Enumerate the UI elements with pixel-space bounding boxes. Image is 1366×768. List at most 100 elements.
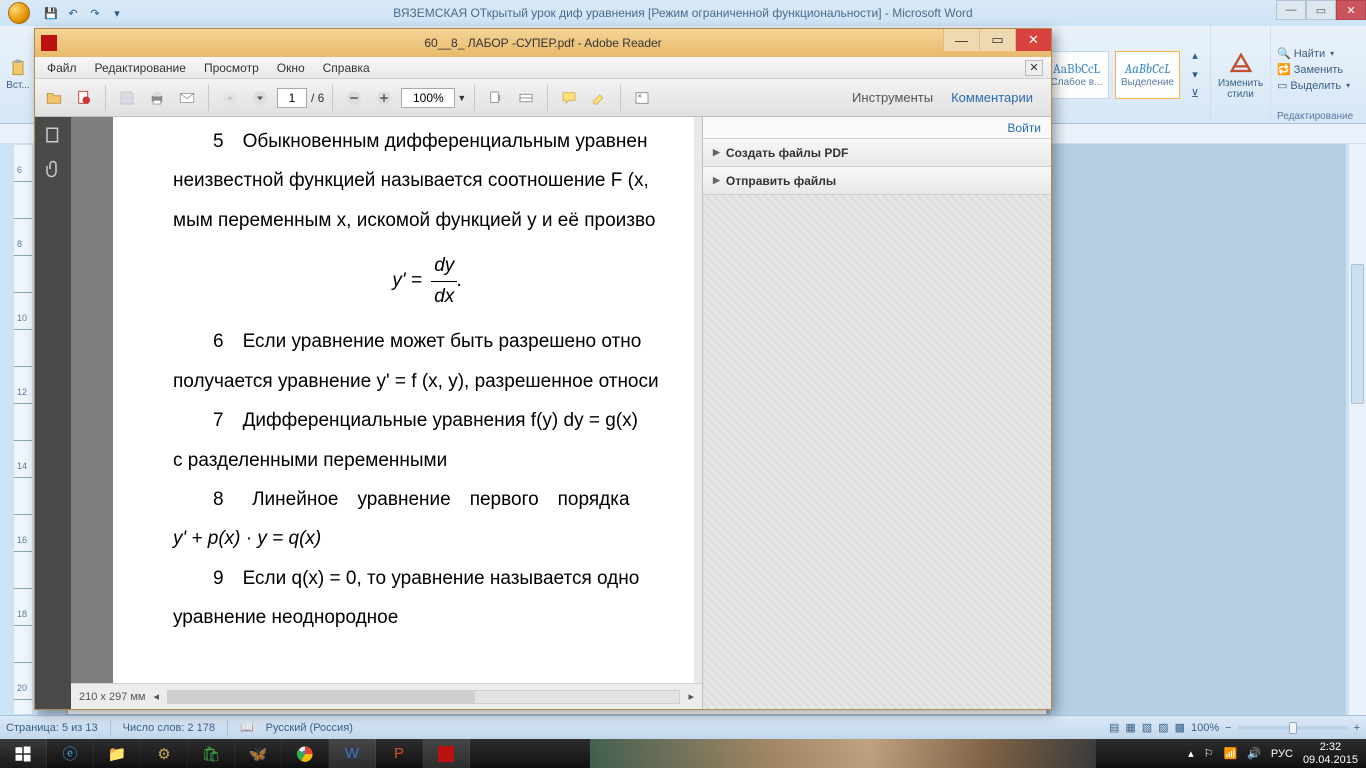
attachments-icon[interactable] [41, 157, 65, 181]
start-button[interactable] [0, 739, 47, 768]
paste-button[interactable]: Вст... [0, 26, 37, 123]
menu-window[interactable]: Окно [269, 59, 313, 77]
highlight-icon[interactable] [586, 85, 612, 111]
change-styles-icon [1227, 50, 1255, 78]
taskpane-create-pdf[interactable]: ▶Создать файлы PDF [703, 139, 1051, 167]
taskbar-chrome-icon[interactable] [282, 739, 329, 768]
zoom-input[interactable] [401, 88, 455, 108]
reader-task-pane: Войти ▶Создать файлы PDF ▶Отправить файл… [702, 117, 1051, 709]
menu-view[interactable]: Просмотр [196, 59, 267, 77]
hscroll-right-icon[interactable]: ▸ [688, 690, 694, 703]
comments-panel-button[interactable]: Комментарии [951, 90, 1033, 105]
reader-maximize-button[interactable]: ▭ [979, 29, 1015, 51]
zoom-out-icon[interactable] [341, 85, 367, 111]
zoom-in-button[interactable]: + [1354, 722, 1360, 734]
zoom-out-button[interactable]: − [1225, 722, 1231, 734]
ruler-mark: 20 [17, 683, 27, 693]
status-language[interactable]: Русский (Россия) [266, 722, 353, 734]
status-word-count[interactable]: Число слов: 2 178 [123, 722, 215, 734]
comment-icon[interactable] [556, 85, 582, 111]
zoom-in-icon[interactable] [371, 85, 397, 111]
print-icon[interactable] [144, 85, 170, 111]
word-maximize-button[interactable]: ▭ [1306, 0, 1336, 20]
thumbnails-icon[interactable] [41, 123, 65, 147]
tray-clock[interactable]: 2:32 09.04.2015 [1303, 741, 1358, 765]
view-print-layout-icon[interactable]: ▤ [1109, 721, 1119, 734]
word-window-title: ВЯЗЕМСКАЯ ОТкрытый урок диф уравнения [Р… [393, 6, 972, 20]
styles-more-icon[interactable]: ⊻ [1186, 85, 1204, 103]
reader-close-button[interactable]: ✕ [1015, 29, 1051, 51]
sign-in-link[interactable]: Войти [703, 117, 1051, 139]
tray-language[interactable]: РУС [1271, 748, 1293, 760]
zoom-level[interactable]: 100% [1191, 722, 1219, 734]
open-icon[interactable] [41, 85, 67, 111]
fit-width-icon[interactable] [513, 85, 539, 111]
windows-taskbar: ⓔ 📁 ⚙ 🛍 🦋 W P ▴ ⚐ 📶 🔊 РУС 2:32 09.04.201… [0, 739, 1366, 768]
ruler-mark: 14 [17, 461, 27, 471]
tray-up-icon[interactable]: ▴ [1188, 747, 1194, 760]
proofing-icon[interactable]: 📖 [240, 721, 254, 734]
undo-icon[interactable]: ↶ [64, 4, 82, 22]
tray-flag-icon[interactable]: ⚐ [1204, 747, 1214, 760]
word-vertical-ruler[interactable]: 6810121416182022 [13, 144, 33, 715]
reader-titlebar[interactable]: 60__8_ ЛАБОР -СУПЕР.pdf - Adobe Reader —… [35, 29, 1051, 57]
taskbar-explorer-icon[interactable]: 📁 [94, 739, 141, 768]
taskbar-store-icon[interactable]: 🛍 [188, 739, 235, 768]
select-button[interactable]: ▭Выделить▾ [1277, 79, 1360, 92]
menu-help[interactable]: Справка [315, 59, 378, 77]
reader-horizontal-scrollbar[interactable] [167, 690, 680, 704]
hscroll-left-icon[interactable]: ◂ [154, 690, 160, 703]
tray-network-icon[interactable]: 📶 [1224, 747, 1238, 760]
reader-vertical-scrollbar[interactable] [694, 117, 702, 683]
qat-more-icon[interactable]: ▾ [108, 4, 126, 22]
page-up-icon[interactable] [217, 85, 243, 111]
replace-button[interactable]: 🔁Заменить [1277, 63, 1360, 76]
view-fullscreen-icon[interactable]: ▦ [1125, 721, 1135, 734]
style-box-weak[interactable]: AaBbCcL Слабое в... [1044, 51, 1109, 99]
reader-doc-close-button[interactable]: ✕ [1025, 60, 1043, 76]
view-outline-icon[interactable]: ▨ [1158, 721, 1168, 734]
style-box-emphasis[interactable]: AaBbCcL Выделение [1115, 51, 1180, 99]
view-web-icon[interactable]: ▧ [1142, 721, 1152, 734]
status-page[interactable]: Страница: 5 из 13 [6, 722, 98, 734]
reader-document-viewport[interactable]: 5 Обыкновенным дифференциальным уравнен … [71, 117, 702, 709]
create-pdf-icon[interactable] [71, 85, 97, 111]
word-close-button[interactable]: ✕ [1336, 0, 1366, 20]
styles-scroll-down-icon[interactable]: ▾ [1186, 66, 1204, 84]
find-icon: 🔍 [1277, 47, 1291, 60]
zoom-slider[interactable] [1238, 726, 1348, 730]
fit-page-icon[interactable] [483, 85, 509, 111]
taskbar-word-icon[interactable]: W [329, 739, 376, 768]
tools-panel-button[interactable]: Инструменты [852, 90, 933, 105]
styles-scroll-up-icon[interactable]: ▴ [1186, 47, 1204, 65]
reader-minimize-button[interactable]: — [943, 29, 979, 51]
styles-gallery[interactable]: AaBbCcL Слабое в... AaBbCcL Выделение ▴ … [1037, 26, 1211, 123]
email-icon[interactable] [174, 85, 200, 111]
redo-icon[interactable]: ↷ [86, 4, 104, 22]
reader-window-title: 60__8_ ЛАБОР -СУПЕР.pdf - Adobe Reader [424, 36, 661, 50]
save-icon[interactable]: 💾 [42, 4, 60, 22]
pdf-line-1: 5 Обыкновенным дифференциальным уравнен [173, 127, 682, 156]
taskbar-ie-icon[interactable]: ⓔ [47, 739, 94, 768]
word-vertical-scrollbar[interactable] [1348, 144, 1366, 715]
taskbar-powerpoint-icon[interactable]: P [376, 739, 423, 768]
office-button[interactable] [0, 0, 38, 26]
taskbar-app1-icon[interactable]: 🦋 [235, 739, 282, 768]
view-draft-icon[interactable]: ▩ [1175, 721, 1185, 734]
word-minimize-button[interactable]: — [1276, 0, 1306, 20]
scrollbar-thumb[interactable] [1351, 264, 1364, 404]
find-button[interactable]: 🔍Найти▾ [1277, 47, 1360, 60]
tray-volume-icon[interactable]: 🔊 [1247, 747, 1261, 760]
taskbar-settings-icon[interactable]: ⚙ [141, 739, 188, 768]
zoom-dropdown-icon[interactable]: ▼ [457, 93, 466, 103]
ruler-mark: 12 [17, 387, 27, 397]
save-icon[interactable] [114, 85, 140, 111]
page-number-input[interactable] [277, 88, 307, 108]
taskbar-adobe-icon[interactable] [423, 739, 470, 768]
taskpane-send-files[interactable]: ▶Отправить файлы [703, 167, 1051, 195]
page-down-icon[interactable] [247, 85, 273, 111]
menu-file[interactable]: Файл [39, 59, 85, 77]
change-styles-button[interactable]: Изменить стили [1211, 26, 1271, 123]
read-mode-icon[interactable] [629, 85, 655, 111]
menu-edit[interactable]: Редактирование [87, 59, 194, 77]
